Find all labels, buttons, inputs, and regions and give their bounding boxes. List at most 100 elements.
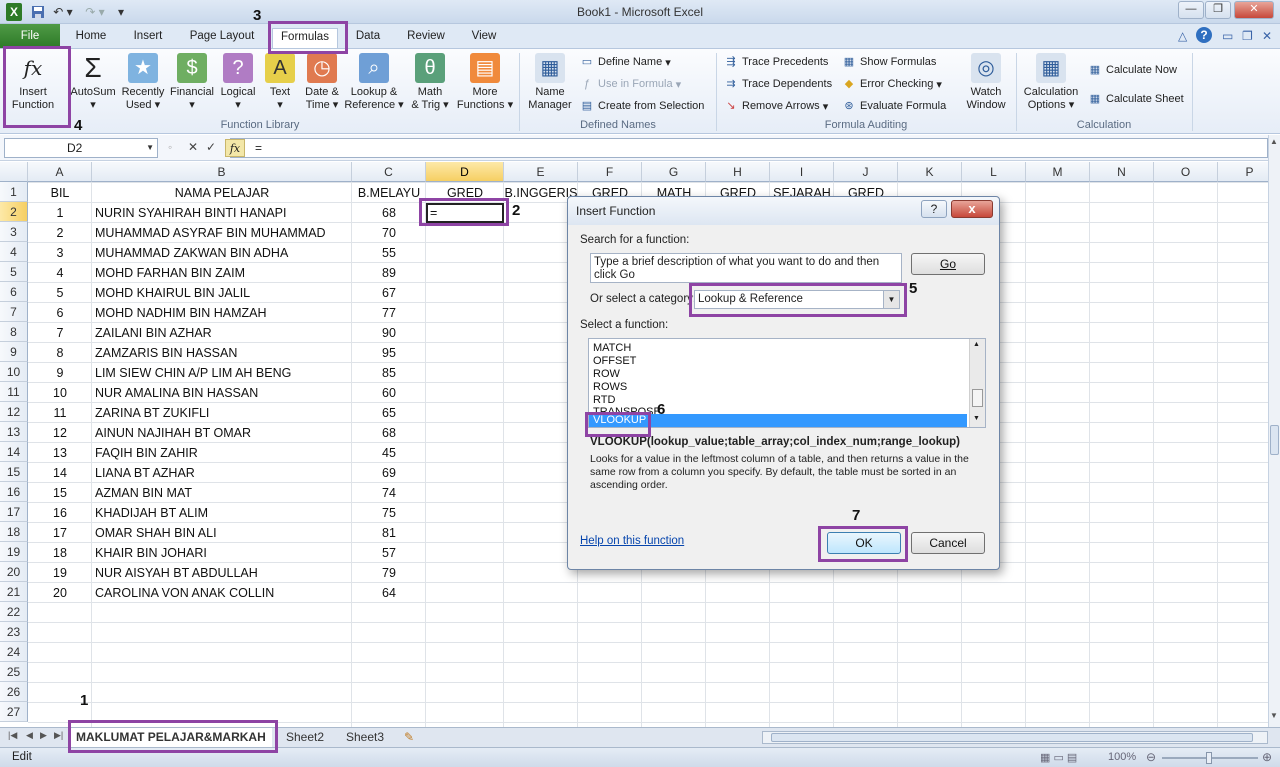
logical-button[interactable]: ? Logical ▾: [218, 53, 258, 112]
cancel-button[interactable]: Cancel: [911, 532, 985, 554]
column-header[interactable]: P: [1218, 162, 1268, 182]
row-header[interactable]: 20: [0, 562, 28, 582]
row-header[interactable]: 3: [0, 222, 28, 242]
row-header[interactable]: 12: [0, 402, 28, 422]
cell-bil[interactable]: 14: [28, 463, 92, 483]
vertical-scrollbar[interactable]: ▲ ▼: [1268, 135, 1280, 727]
column-header[interactable]: G: [642, 162, 706, 182]
column-header[interactable]: D: [426, 162, 504, 182]
cell-nama[interactable]: ZARINA BT ZUKIFLI: [95, 403, 352, 423]
column-header[interactable]: M: [1026, 162, 1090, 182]
search-function-input[interactable]: Type a brief description of what you wan…: [590, 253, 902, 283]
row-header[interactable]: 1: [0, 182, 28, 202]
row-header[interactable]: 2: [0, 202, 28, 222]
column-header[interactable]: A: [28, 162, 92, 182]
next-sheet-icon[interactable]: ▶: [40, 730, 47, 741]
zoom-level[interactable]: 100%: [1108, 751, 1136, 763]
cell-bm[interactable]: 81: [352, 523, 426, 543]
row-header[interactable]: 9: [0, 342, 28, 362]
cell-bil[interactable]: 10: [28, 383, 92, 403]
header-cell-nama[interactable]: NAMA PELAJAR: [92, 183, 352, 203]
cell-bm[interactable]: 67: [352, 283, 426, 303]
cell-nama[interactable]: FAQIH BIN ZAHIR: [95, 443, 352, 463]
column-header[interactable]: F: [578, 162, 642, 182]
function-item[interactable]: MATCH: [593, 342, 631, 355]
row-header[interactable]: 21: [0, 582, 28, 602]
cell-nama[interactable]: ZAILANI BIN AZHAR: [95, 323, 352, 343]
function-item[interactable]: OFFSET: [593, 355, 636, 368]
function-item[interactable]: ROWS: [593, 381, 627, 394]
zoom-slider[interactable]: [1162, 752, 1258, 764]
cell-bm[interactable]: 64: [352, 583, 426, 603]
tab-review[interactable]: Review: [400, 28, 452, 48]
column-header[interactable]: I: [770, 162, 834, 182]
workbook-minimize-icon[interactable]: ▭: [1222, 29, 1233, 43]
column-header[interactable]: B: [92, 162, 352, 182]
cell-bm[interactable]: 45: [352, 443, 426, 463]
row-header[interactable]: 18: [0, 522, 28, 542]
dialog-title-bar[interactable]: Insert Function ? x: [568, 197, 999, 225]
calculate-now-button[interactable]: ▦ Calculate Now: [1088, 61, 1177, 79]
use-in-formula-button[interactable]: ƒ Use in Formula ▾: [580, 75, 681, 93]
define-name-button[interactable]: ▭ Define Name ▾: [580, 53, 671, 71]
tab-view[interactable]: View: [464, 28, 504, 48]
cell-bm[interactable]: 65: [352, 403, 426, 423]
tab-data[interactable]: Data: [348, 28, 388, 48]
tab-file[interactable]: File: [0, 24, 60, 48]
row-header[interactable]: 8: [0, 322, 28, 342]
cell-bm[interactable]: 55: [352, 243, 426, 263]
row-header[interactable]: 19: [0, 542, 28, 562]
enter-entry-icon[interactable]: ✓: [206, 140, 216, 154]
cell-nama[interactable]: NURIN SYAHIRAH BINTI HANAPI: [95, 203, 352, 223]
cell-nama[interactable]: OMAR SHAH BIN ALI: [95, 523, 352, 543]
autosum-button[interactable]: Σ AutoSum ▾: [68, 53, 118, 112]
prev-sheet-icon[interactable]: ◀: [26, 730, 33, 741]
row-header[interactable]: 11: [0, 382, 28, 402]
last-sheet-icon[interactable]: ▶|: [54, 730, 63, 741]
error-checking-button[interactable]: ◆ Error Checking ▾: [842, 75, 942, 93]
close-window-button[interactable]: ✕: [1234, 1, 1274, 19]
minimize-button[interactable]: —: [1178, 1, 1204, 19]
go-button[interactable]: Go: [911, 253, 985, 275]
show-formulas-button[interactable]: ▦ Show Formulas: [842, 53, 937, 71]
cell-nama[interactable]: KHAIR BIN JOHARI: [95, 543, 352, 563]
dialog-close-button[interactable]: x: [951, 200, 993, 218]
cell-nama[interactable]: MOHD NADHIM BIN HAMZAH: [95, 303, 352, 323]
cell-nama[interactable]: AINUN NAJIHAH BT OMAR: [95, 423, 352, 443]
financial-button[interactable]: $ Financial ▾: [168, 53, 216, 112]
scroll-thumb[interactable]: [1270, 425, 1279, 455]
column-header[interactable]: L: [962, 162, 1026, 182]
row-header[interactable]: 13: [0, 422, 28, 442]
trace-dependents-button[interactable]: ⇉ Trace Dependents: [724, 75, 832, 93]
more-functions-button[interactable]: ▤ More Functions ▾: [456, 53, 514, 112]
column-header[interactable]: J: [834, 162, 898, 182]
cell-bm[interactable]: 69: [352, 463, 426, 483]
column-header[interactable]: K: [898, 162, 962, 182]
cell-nama[interactable]: MUHAMMAD ZAKWAN BIN ADHA: [95, 243, 352, 263]
cell-nama[interactable]: AZMAN BIN MAT: [95, 483, 352, 503]
name-box[interactable]: D2 ▼: [4, 138, 158, 158]
cell-bil[interactable]: 13: [28, 443, 92, 463]
math-trig-button[interactable]: θ Math & Trig ▾: [406, 53, 454, 112]
list-scroll-thumb[interactable]: [972, 389, 983, 407]
tab-insert[interactable]: Insert: [124, 28, 172, 48]
dialog-help-button[interactable]: ?: [921, 200, 947, 218]
cell-nama[interactable]: MOHD FARHAN BIN ZAIM: [95, 263, 352, 283]
cell-bil[interactable]: 9: [28, 363, 92, 383]
cell-bil[interactable]: 18: [28, 543, 92, 563]
cell-bm[interactable]: 70: [352, 223, 426, 243]
calculation-options-button[interactable]: ▦ Calculation Options ▾: [1020, 53, 1082, 112]
row-header[interactable]: 26: [0, 682, 28, 702]
cell-bm[interactable]: 60: [352, 383, 426, 403]
collapse-ribbon-icon[interactable]: △: [1178, 29, 1187, 43]
evaluate-formula-button[interactable]: ⊛ Evaluate Formula: [842, 97, 946, 115]
cell-bm[interactable]: 68: [352, 203, 426, 223]
recently-used-button[interactable]: ★ Recently Used ▾: [120, 53, 166, 112]
row-header[interactable]: 10: [0, 362, 28, 382]
list-scroll-up-icon[interactable]: ▲: [973, 341, 980, 348]
column-header[interactable]: H: [706, 162, 770, 182]
row-header[interactable]: 23: [0, 622, 28, 642]
help-on-function-link[interactable]: Help on this function: [580, 535, 684, 547]
cell-nama[interactable]: KHADIJAH BT ALIM: [95, 503, 352, 523]
zoom-in-icon[interactable]: ⊕: [1262, 750, 1272, 764]
